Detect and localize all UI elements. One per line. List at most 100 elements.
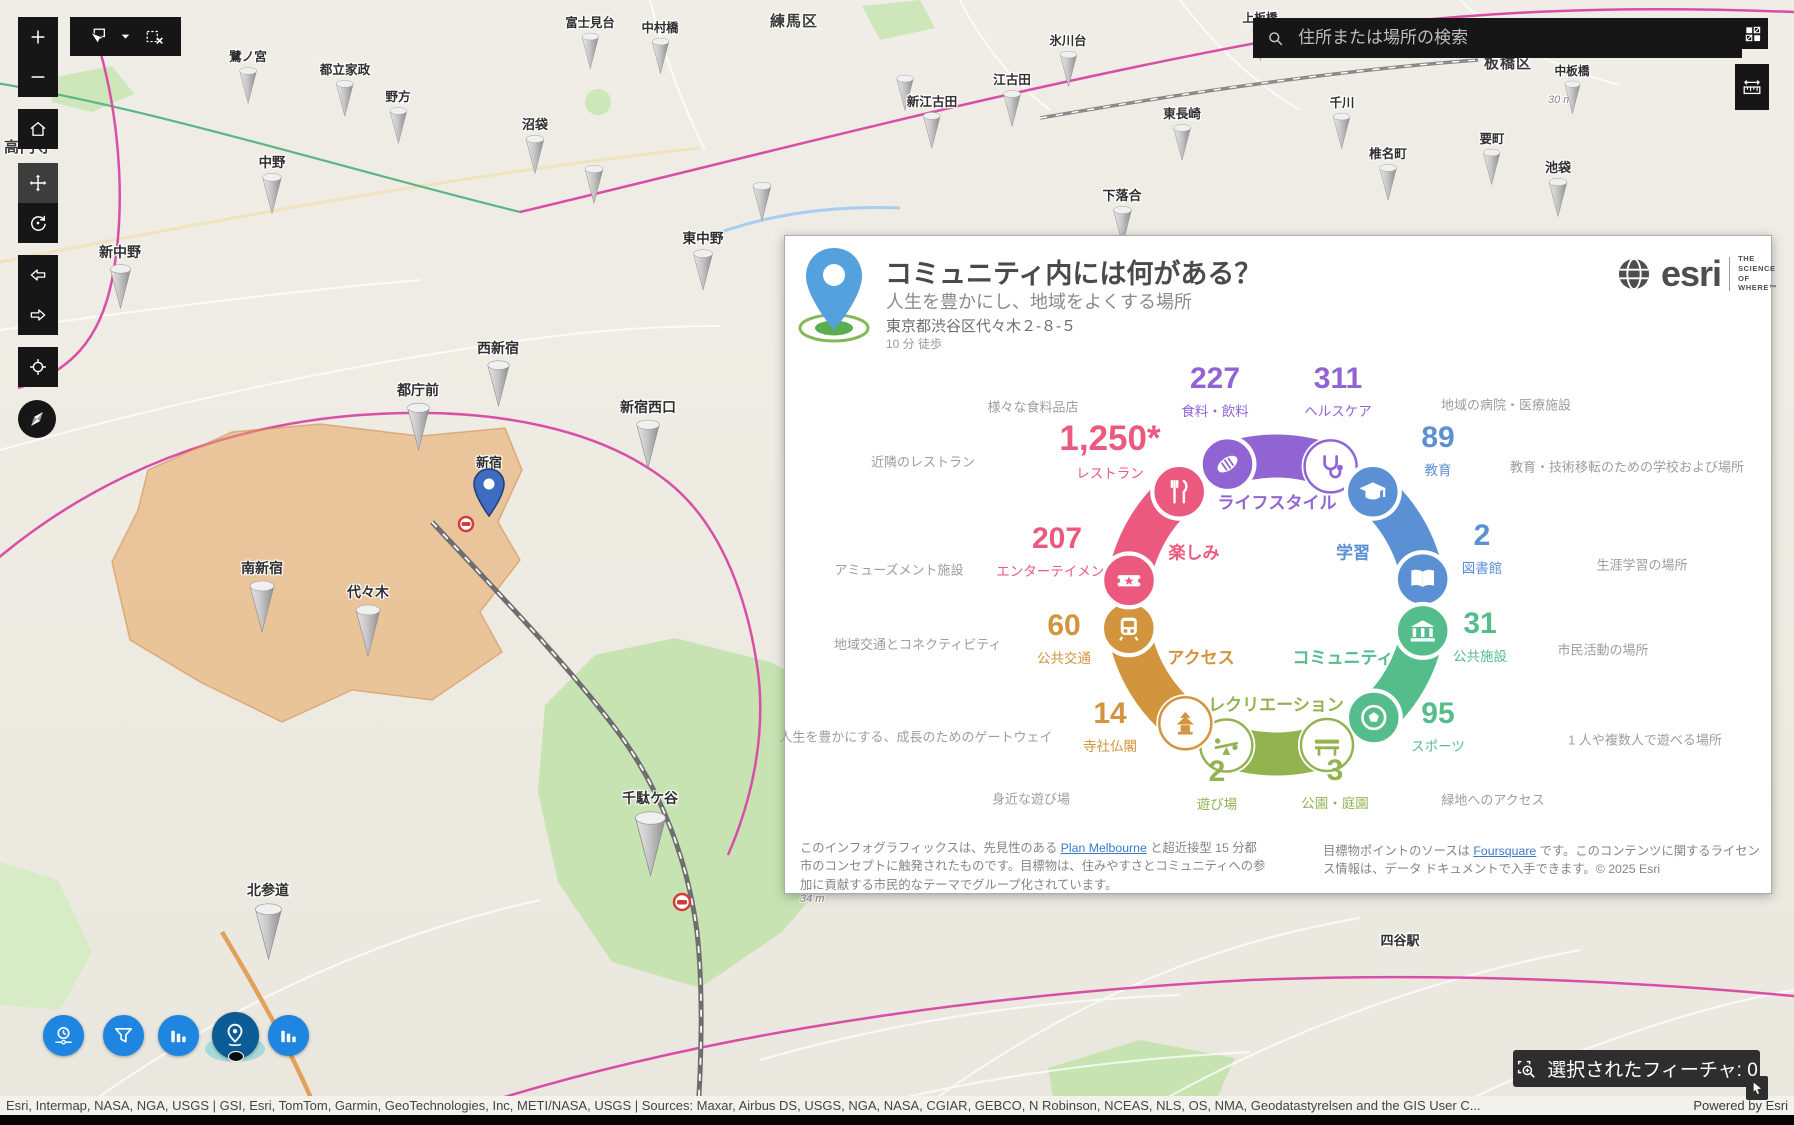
charts-button[interactable] — [158, 1015, 199, 1056]
map-place-label: 四谷駅 — [1380, 930, 1419, 949]
map-pin-cone[interactable]: 鷺ノ宮 — [229, 46, 267, 105]
zoom-in-button[interactable] — [18, 17, 58, 57]
category-label: レストラン — [1059, 462, 1160, 482]
map-pin-cone[interactable] — [749, 180, 775, 222]
toolbar-group-home — [18, 109, 58, 149]
map-pin-cone[interactable]: 都庁前 — [397, 380, 439, 452]
toolbar-group-zoom — [18, 17, 58, 97]
time-settings-button[interactable] — [43, 1015, 84, 1056]
footer-link[interactable]: Plan Melbourne — [1061, 841, 1147, 855]
map-pin-cone[interactable]: 椎名町 — [1369, 143, 1407, 202]
category-description: 教育・技術移転のための学校および場所 — [1510, 457, 1744, 476]
category-stat: 311ヘルスケア — [1304, 364, 1372, 420]
group-label-access: アクセス — [1167, 644, 1234, 669]
map-pin-label: 都立家政 — [320, 59, 370, 78]
map-pin-label: 代々木 — [347, 582, 389, 602]
cone-icon — [749, 180, 775, 222]
cone-icon — [629, 808, 672, 878]
map-pin-cone[interactable]: 沼袋 — [522, 114, 548, 175]
cone-icon — [351, 602, 385, 658]
category-stat: 2遊び場 — [1197, 757, 1238, 813]
temple-icon[interactable] — [1156, 694, 1214, 752]
cone-icon — [1330, 111, 1354, 150]
bank-icon[interactable] — [1394, 602, 1452, 660]
select-tool-dropdown[interactable] — [116, 17, 136, 57]
map-pin-label: 新宿西口 — [620, 397, 676, 417]
map-pin-cone[interactable]: 江古田 — [993, 69, 1031, 128]
map-pin-cone[interactable]: 西新宿 — [477, 338, 519, 408]
attribution-bar: Esri, Intermap, NASA, NGA, USGS | GSI, E… — [0, 1096, 1794, 1115]
cone-icon — [386, 105, 410, 145]
map-pin-label: 東中野 — [683, 227, 724, 247]
cone-icon — [106, 262, 135, 310]
open-book-icon[interactable] — [1394, 550, 1452, 608]
category-stat: 14寺社仏閣 — [1083, 699, 1137, 755]
select-tool-button[interactable] — [80, 17, 114, 57]
selected-features-button[interactable]: 選択されたフィーチャ: 0 — [1513, 1050, 1760, 1087]
map-pin-cone[interactable] — [581, 163, 607, 205]
filter-button[interactable] — [103, 1015, 144, 1056]
map-pin-cone[interactable]: 南新宿 — [241, 558, 283, 634]
selected-location-pin[interactable] — [471, 468, 507, 520]
cone-icon — [483, 358, 514, 408]
category-value: 89 — [1421, 423, 1454, 453]
isochrone-polygon[interactable] — [112, 424, 522, 722]
views-button[interactable] — [1737, 18, 1768, 49]
map-pin-cone[interactable]: 氷川台 — [1049, 31, 1086, 88]
category-label: 公共交通 — [1037, 647, 1091, 667]
compass-button[interactable] — [18, 400, 56, 438]
clear-selection-button[interactable] — [138, 17, 172, 57]
measure-icon — [1741, 76, 1763, 98]
map-pin-cone[interactable]: 千駄ケ谷 — [622, 788, 678, 878]
previous-extent-button[interactable] — [18, 255, 58, 295]
footer-link[interactable]: Foursquare — [1473, 844, 1536, 858]
map-pin-cone[interactable]: 代々木 — [347, 582, 389, 658]
toolbar-group-locate — [18, 347, 58, 387]
measure-button[interactable] — [1735, 64, 1769, 110]
rotate-button[interactable] — [18, 203, 58, 243]
map-pin-cone[interactable]: 野方 — [385, 86, 410, 145]
category-value: 95 — [1411, 699, 1465, 729]
map-pin-cone[interactable]: 富士見台 — [565, 13, 614, 70]
map-pin-label: 池袋 — [1545, 157, 1571, 176]
locate-button[interactable] — [18, 347, 58, 387]
map-pin-cone[interactable]: 中村橋 — [641, 18, 678, 75]
next-extent-button[interactable] — [18, 295, 58, 335]
reports-button[interactable] — [268, 1015, 309, 1056]
home-button[interactable] — [18, 109, 58, 149]
cone-icon — [403, 400, 434, 452]
map-pin-cone[interactable]: 東中野 — [683, 227, 724, 292]
map-pin-cone[interactable]: 新中野 — [99, 242, 141, 310]
category-description: 人生を豊かにする、成長のためのゲートウェイ — [779, 727, 1052, 746]
cone-icon — [333, 78, 357, 118]
map-pin-cone[interactable]: 千川 — [1330, 93, 1355, 150]
map-pin-label: 千川 — [1330, 93, 1355, 111]
map-pin-cone[interactable]: 北参道 — [247, 880, 289, 962]
map-pin-cone[interactable]: 東長崎 — [1163, 103, 1201, 162]
map-pin-cone[interactable]: 中野 — [259, 151, 286, 215]
cone-icon — [632, 417, 664, 470]
cone-icon — [259, 171, 286, 215]
category-description: 様々な食料品店 — [987, 397, 1078, 416]
cone-icon — [522, 133, 548, 175]
zoom-out-button[interactable] — [18, 57, 58, 97]
grid-views-icon — [1743, 24, 1763, 44]
map-pin-cone[interactable]: 都立家政 — [320, 59, 370, 118]
map-pin-cone[interactable]: 池袋 — [1545, 157, 1571, 218]
map-pin-cone[interactable]: 要町 — [1480, 129, 1505, 186]
category-stat: 31公共施設 — [1453, 609, 1507, 665]
compass-needle-icon — [25, 407, 49, 431]
cone-icon — [1056, 49, 1080, 88]
category-label: 教育 — [1421, 459, 1454, 479]
pan-button[interactable] — [18, 163, 58, 203]
group-label-lifestyle: ライフスタイル — [1218, 489, 1337, 514]
cone-icon — [1480, 147, 1504, 186]
map-pin-cone[interactable]: 新江古田 — [907, 91, 957, 150]
map-pin-cone[interactable]: 中板橋 — [1554, 62, 1589, 115]
group-label-community: コミュニティ — [1293, 644, 1394, 669]
map-pin-cone[interactable]: 新宿西口 — [620, 397, 676, 470]
search-input[interactable] — [1296, 27, 1700, 49]
graduation-cap-icon[interactable] — [1344, 463, 1402, 521]
category-description: 1 人や複数人で遊べる場所 — [1568, 730, 1722, 749]
category-label: 食料・飲料 — [1181, 400, 1249, 420]
